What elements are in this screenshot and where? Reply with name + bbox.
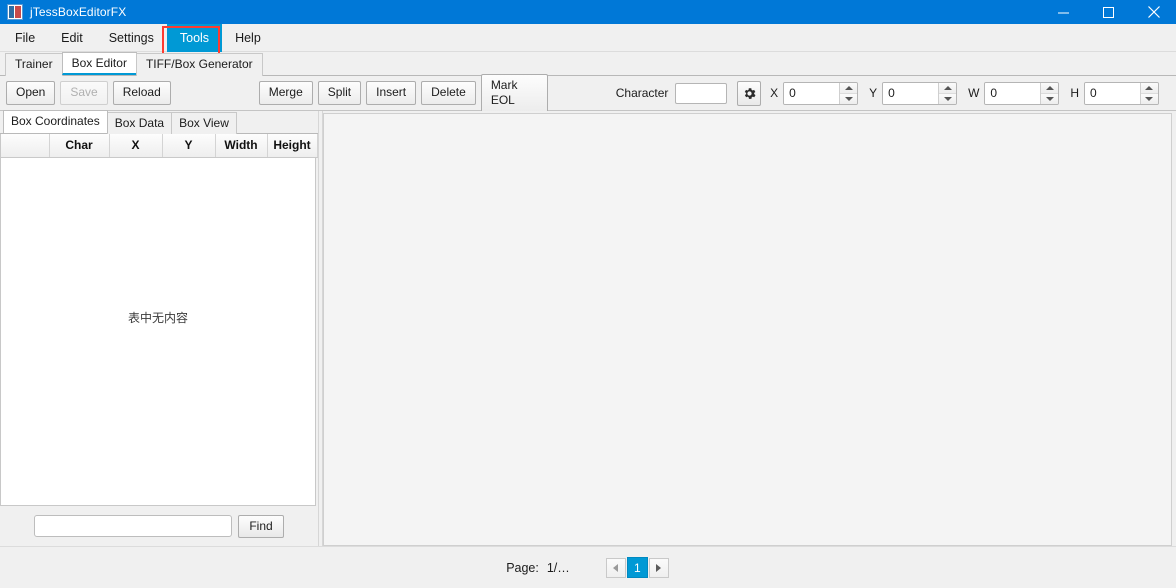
box-panel-tab-strip: Box Coordinates Box Data Box View (0, 110, 318, 134)
editor-toolbar: Open Save Reload Merge Split Insert Dele… (0, 73, 1176, 113)
table: Char X Y Width Height (1, 134, 318, 158)
chevron-right-icon[interactable] (648, 557, 669, 578)
character-input[interactable] (675, 82, 728, 104)
page-label: Page: (506, 560, 539, 575)
right-panel (323, 111, 1176, 546)
y-spinner-buttons[interactable] (938, 82, 957, 104)
h-spinner-buttons[interactable] (1139, 82, 1158, 104)
merge-button[interactable]: Merge (258, 81, 313, 105)
minimize-icon[interactable] (1041, 0, 1086, 24)
save-button: Save (60, 81, 108, 105)
w-spinner-down[interactable] (1041, 93, 1059, 104)
w-spinner-up[interactable] (1041, 82, 1059, 93)
column-header-height[interactable]: Height (267, 134, 318, 158)
reload-button[interactable]: Reload (112, 81, 171, 105)
tab-box-view[interactable]: Box View (171, 112, 237, 134)
y-input[interactable] (883, 82, 939, 104)
title-bar: jTessBoxEditorFX (0, 0, 1176, 24)
column-header-x[interactable]: X (109, 134, 163, 158)
find-bar: Find (0, 506, 318, 546)
h-spinner[interactable] (1084, 81, 1159, 105)
status-bar: Page: 1/… 1 (0, 546, 1176, 588)
find-input[interactable] (34, 515, 233, 537)
w-input[interactable] (985, 82, 1041, 104)
x-input[interactable] (784, 82, 840, 104)
w-spinner[interactable] (984, 81, 1060, 105)
application-window: jTessBoxEditorFX File Edit Settings Tool… (0, 0, 1176, 588)
tab-trainer[interactable]: Trainer (5, 53, 63, 76)
left-panel: Box Coordinates Box Data Box View Char X (0, 110, 318, 546)
chevron-left-icon[interactable] (605, 557, 626, 578)
main-tab-strip: Trainer Box Editor TIFF/Box Generator (0, 52, 1176, 76)
y-spinner-up[interactable] (939, 82, 957, 93)
insert-button[interactable]: Insert (366, 81, 417, 105)
x-spinner-down[interactable] (840, 93, 858, 104)
column-header-char[interactable]: Char (49, 134, 110, 158)
h-label: H (1070, 86, 1080, 100)
x-spinner-up[interactable] (840, 82, 858, 93)
menu-item-edit[interactable]: Edit (48, 24, 96, 52)
y-label: Y (869, 86, 878, 100)
find-button[interactable]: Find (238, 514, 284, 538)
x-spinner-buttons[interactable] (839, 82, 858, 104)
tab-box-editor[interactable]: Box Editor (61, 52, 137, 75)
tab-box-coordinates[interactable]: Box Coordinates (3, 110, 108, 133)
menu-item-settings[interactable]: Settings (96, 24, 167, 52)
h-spinner-up[interactable] (1140, 82, 1158, 93)
column-header-width[interactable]: Width (215, 134, 268, 158)
app-image-icon (7, 4, 23, 20)
menu-item-tools[interactable]: Tools (166, 24, 223, 52)
tab-box-data[interactable]: Box Data (106, 112, 173, 134)
h-spinner-down[interactable] (1140, 93, 1158, 104)
editor-body: Box Coordinates Box Data Box View Char X (0, 110, 1176, 546)
delete-button[interactable]: Delete (421, 81, 476, 105)
character-label: Character (615, 86, 669, 100)
open-button[interactable]: Open (6, 81, 56, 105)
h-input[interactable] (1085, 82, 1140, 104)
w-label: W (968, 86, 980, 100)
split-button[interactable]: Split (317, 81, 362, 105)
maximize-icon[interactable] (1086, 0, 1131, 24)
y-spinner-down[interactable] (939, 93, 957, 104)
page-number-1[interactable]: 1 (626, 557, 648, 578)
table-empty-message: 表中无内容 (1, 157, 315, 505)
x-spinner[interactable] (783, 81, 859, 105)
menu-item-help[interactable]: Help (222, 24, 274, 52)
menu-bar: File Edit Settings Tools Help (0, 24, 1176, 58)
page-value: 1/… (546, 560, 570, 575)
box-coordinates-table: Char X Y Width Height 表中无内容 (0, 134, 318, 506)
window-title: jTessBoxEditorFX (30, 5, 127, 19)
window-controls (1041, 0, 1176, 24)
x-label: X (770, 86, 779, 100)
column-header-y[interactable]: Y (162, 134, 216, 158)
image-canvas[interactable] (323, 113, 1172, 546)
y-spinner[interactable] (882, 81, 958, 105)
tab-tiff-box-generator[interactable]: TIFF/Box Generator (135, 53, 263, 76)
close-icon[interactable] (1131, 0, 1176, 24)
w-spinner-buttons[interactable] (1040, 82, 1059, 104)
table-header-row: Char X Y Width Height (1, 134, 318, 158)
column-header-blank[interactable] (1, 134, 50, 158)
gear-icon[interactable] (737, 80, 762, 106)
menu-item-file[interactable]: File (2, 24, 48, 52)
pager: Page: 1/… 1 (506, 557, 670, 578)
mark-eol-button[interactable]: Mark EOL (480, 73, 548, 113)
